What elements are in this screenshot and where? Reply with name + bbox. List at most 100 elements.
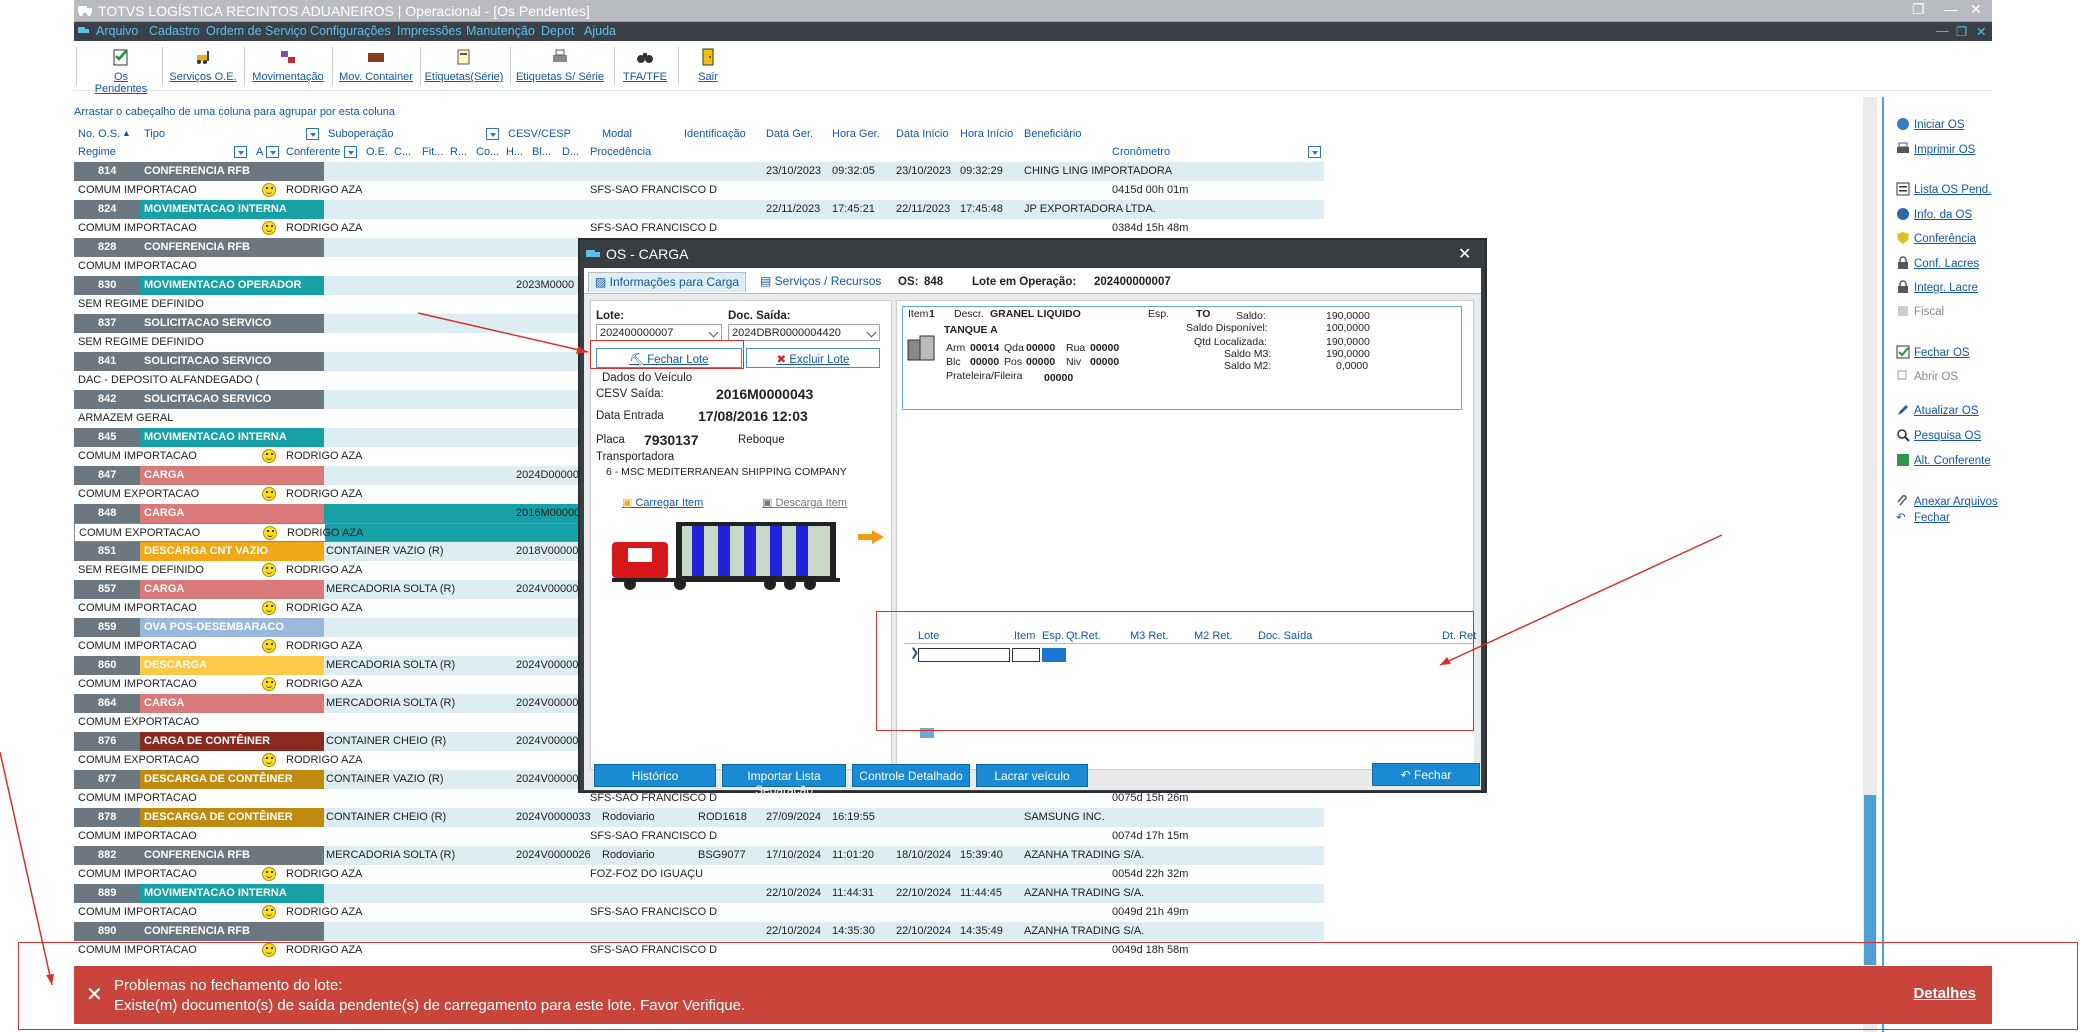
col-co[interactable]: Co... <box>476 146 499 158</box>
col-data-ger[interactable]: Data Ger. <box>766 128 813 140</box>
menu-ajuda[interactable]: Ajuda <box>584 24 616 38</box>
tfa-tfe-button[interactable]: TFA/TFE <box>620 47 670 87</box>
label-icon <box>457 49 470 65</box>
col-r[interactable]: R... <box>450 146 467 158</box>
os-row-header[interactable]: 878 DESCARGA DE CONTÊINER CONTAINER CHEI… <box>74 808 1324 827</box>
lacrar-veiculo-button[interactable]: Lacrar veículo <box>976 764 1088 787</box>
toast-title: Problemas no fechamento do lote: <box>114 977 343 994</box>
iniciar-os-link[interactable]: Iniciar OS <box>1896 117 1965 131</box>
col-identificacao[interactable]: Identificação <box>684 128 746 140</box>
restore-button[interactable]: ❐ <box>1912 1 1925 18</box>
col-oe[interactable]: O.E. <box>366 146 388 158</box>
etiquetas-sem-serie-button[interactable]: Etiquetas S/ Série <box>514 47 606 87</box>
col-regime[interactable]: Regime <box>78 146 116 158</box>
os-pendentes-button[interactable]: Os Pendentes <box>88 47 154 95</box>
os-row-header[interactable]: 889 MOVIMENTACAO INTERNA 22/10/2024 11:4… <box>74 884 1324 903</box>
doc-saida-combo[interactable]: 2024DBR0000004420 <box>728 324 880 341</box>
os-row-detail[interactable]: COMUM IMPORTACAO RODRIGO AZA SFS-SAO FRANC… <box>74 219 1324 238</box>
col-no-os[interactable]: No. O.S. <box>78 128 120 140</box>
detalhes-link[interactable]: Detalhes <box>1913 985 1976 1002</box>
col-bl[interactable]: Bl... <box>532 146 551 158</box>
menu-arquivo[interactable]: Arquivo <box>96 24 138 38</box>
a-filter-button[interactable] <box>266 146 279 158</box>
col-cronometro[interactable]: Cronômetro <box>1112 146 1170 158</box>
carregar-item-link[interactable]: ▣ Carregar Item <box>622 496 703 509</box>
os-row-detail[interactable]: COMUM IMPORTACAO RODRIGO AZA FOZ-FOZ DO IG… <box>74 865 1324 884</box>
col-conferente[interactable]: Conferente <box>286 146 340 158</box>
minimize-button[interactable]: — <box>1944 1 1958 17</box>
movimentacao-button[interactable]: Movimentação <box>252 47 324 87</box>
col-beneficiario[interactable]: Beneficiário <box>1024 128 1081 140</box>
pesquisa-os-link[interactable]: Pesquisa OS <box>1896 428 1981 442</box>
col-hora-inicio[interactable]: Hora Início <box>960 128 1013 140</box>
atualizar-os-link[interactable]: Atualizar OS <box>1896 403 1979 417</box>
title-bar: TOTVS LOGÍSTICA RECINTOS ADUANEIROS | Op… <box>74 0 1992 22</box>
conferente-filter-button[interactable] <box>344 146 357 158</box>
col-c[interactable]: C... <box>394 146 411 158</box>
mdi-minimize-button[interactable]: — <box>1936 24 1949 38</box>
anexar-arquivos-link[interactable]: Anexar Arquivos <box>1896 494 1998 508</box>
tab-informacoes-carga[interactable]: ▨ Informações para Carga <box>588 272 747 292</box>
menu-impressoes[interactable]: Impressões <box>397 24 462 38</box>
lista-os-pend-link[interactable]: Lista OS Pend. <box>1896 182 1991 196</box>
col-procedencia[interactable]: Procedência <box>590 146 651 158</box>
close-toast-icon[interactable]: ✕ <box>86 982 103 1007</box>
imprimir-os-link[interactable]: Imprimir OS <box>1896 142 1975 156</box>
os-row-detail[interactable]: COMUM IMPORTACAO RODRIGO AZA SFS-SAO FRANC… <box>74 181 1324 200</box>
os-row-detail[interactable]: COMUM IMPORTACAO SFS-SAO FRANCISCO D 0074… <box>74 827 1324 846</box>
scrollbar-thumb[interactable] <box>1864 795 1876 965</box>
lote-combo[interactable]: 202400000007 <box>596 324 722 341</box>
os-row-header[interactable]: 890 CONFERENCIA RFB 22/10/2024 14:35:30 … <box>74 922 1324 941</box>
col-hora-ger[interactable]: Hora Ger. <box>832 128 880 140</box>
conferencia-link[interactable]: Conferência <box>1896 231 1976 245</box>
col-fit[interactable]: Fit... <box>422 146 443 158</box>
os-row-detail[interactable]: COMUM IMPORTACAO RODRIGO AZA SFS-SAO FRANC… <box>74 903 1324 922</box>
menu-ordem-servico[interactable]: Ordem de Serviço <box>206 24 307 38</box>
controle-detalhado-button[interactable]: Controle Detalhado <box>852 764 970 787</box>
menu-cadastro[interactable]: Cadastro <box>149 24 200 38</box>
importar-lista-button[interactable]: Importar Lista Separação <box>722 764 846 797</box>
info-os-link[interactable]: Info. da OS <box>1896 207 1972 221</box>
servicos-oe-button[interactable]: Serviços O.E. <box>168 47 238 87</box>
abrir-os-link[interactable]: Abrir OS <box>1896 369 1958 383</box>
historico-button[interactable]: Histórico <box>594 764 716 787</box>
conf-lacres-link[interactable]: Conf. Lacres <box>1896 256 1979 270</box>
col-tipo[interactable]: Tipo <box>144 128 165 140</box>
fechar-panel-link[interactable]: ↶ Fechar <box>1896 510 1950 524</box>
mdi-restore-button[interactable]: ❐ <box>1956 24 1967 39</box>
col-h[interactable]: H... <box>506 146 523 158</box>
dialog-fechar-button[interactable]: ↶ Fechar <box>1372 763 1480 786</box>
suboperacao-filter-button[interactable] <box>486 128 499 140</box>
descarga-item-link[interactable]: ▣ Descarga Item <box>762 496 847 509</box>
hora-ger-cell: 16:19:55 <box>832 811 875 823</box>
os-row-header[interactable]: 814 CONFERENCIA RFB 23/10/2023 09:32:05 … <box>74 162 1324 181</box>
etiquetas-serie-button[interactable]: Etiquetas(Série) <box>424 47 504 87</box>
tab-servicos-recursos[interactable]: ▤ Serviços / Recursos <box>754 272 887 292</box>
dialog-close-icon[interactable]: ✕ <box>1458 244 1471 264</box>
os-number: 848 <box>74 504 140 523</box>
menu-manutencao[interactable]: Manutenção <box>466 24 535 38</box>
regime-filter-button[interactable] <box>234 146 247 158</box>
tipo-filter-button[interactable] <box>306 128 319 140</box>
mdi-close-button[interactable]: ✕ <box>1976 24 1986 39</box>
menu-configuracoes[interactable]: Configurações <box>310 24 391 38</box>
alt-conferente-link[interactable]: Alt. Conferente <box>1896 453 1991 467</box>
sair-button[interactable]: Sair <box>688 47 728 87</box>
col-cesv[interactable]: CESV/CESP <box>508 128 571 140</box>
os-number: 847 <box>74 466 140 485</box>
fiscal-link[interactable]: Fiscal <box>1896 304 1944 318</box>
cronometro-filter-button[interactable] <box>1308 146 1321 158</box>
col-data-inicio[interactable]: Data Início <box>896 128 949 140</box>
fechar-os-link[interactable]: Fechar OS <box>1896 345 1970 359</box>
os-row-header[interactable]: 882 CONFERENCIA RFB MERCADORIA SOLTA (R)… <box>74 846 1324 865</box>
col-a[interactable]: A <box>256 146 263 158</box>
excluir-lote-button[interactable]: ✖ Excluir Lote <box>746 348 880 368</box>
os-row-header[interactable]: 824 MOVIMENTACAO INTERNA 22/11/2023 17:4… <box>74 200 1324 219</box>
mov-container-button[interactable]: Mov. Container <box>338 47 414 87</box>
col-modal[interactable]: Modal <box>602 128 632 140</box>
col-d[interactable]: D... <box>562 146 579 158</box>
col-suboperacao[interactable]: Suboperação <box>328 128 393 140</box>
menu-depot[interactable]: Depot <box>541 24 574 38</box>
close-window-button[interactable]: ✕ <box>1970 1 1982 18</box>
integr-lacre-link[interactable]: Integr. Lacre <box>1896 280 1978 294</box>
